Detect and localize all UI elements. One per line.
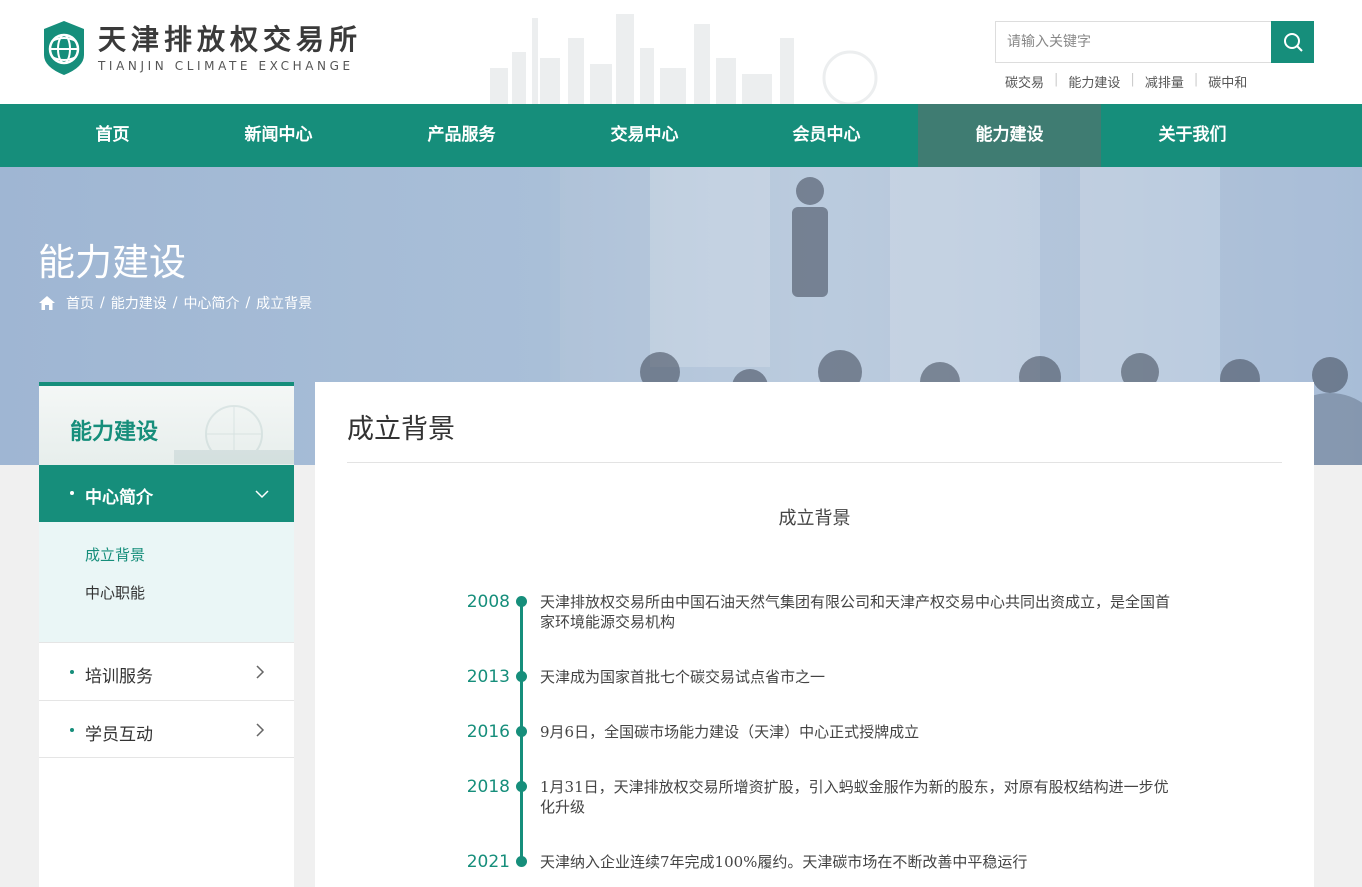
- ferris-wheel-decoration: [174, 405, 294, 464]
- quick-link-carbon-trading[interactable]: 碳交易: [1005, 72, 1044, 91]
- home-icon[interactable]: [38, 295, 56, 311]
- divider: [347, 462, 1282, 463]
- chevron-down-icon: [255, 490, 269, 499]
- timeline-text: 天津纳入企业连续7年完成100%履约。天津碳市场在不断改善中平稳运行: [540, 853, 1028, 871]
- breadcrumb: 首页 / 能力建设 / 中心简介 / 成立背景: [38, 293, 312, 313]
- search-input[interactable]: 请输入关键字: [995, 21, 1272, 63]
- timeline-text: 天津成为国家首批七个碳交易试点省市之一: [540, 668, 826, 686]
- nav-item-about[interactable]: 关于我们: [1101, 104, 1284, 167]
- quick-links: 碳交易 | 能力建设 | 减排量 | 碳中和: [1005, 72, 1247, 91]
- breadcrumb-capacity-building[interactable]: 能力建设: [111, 293, 167, 313]
- quick-link-neutrality[interactable]: 碳中和: [1208, 72, 1247, 91]
- main-content: 成立背景 成立背景 2008 天津排放权交易所由中国石油天然气集团有限公司和天津…: [315, 382, 1314, 887]
- nav-item-news[interactable]: 新闻中心: [187, 104, 370, 167]
- sidebar-header: 能力建设: [39, 386, 294, 465]
- nav-item-members[interactable]: 会员中心: [735, 104, 918, 167]
- quick-link-capacity[interactable]: 能力建设: [1068, 72, 1120, 91]
- nav-item-home[interactable]: 首页: [21, 104, 204, 167]
- timeline-text: 天津排放权交易所由中国石油天然气集团有限公司和天津产权交易中心共同出资成立，是全…: [540, 593, 1171, 631]
- page-title: 成立背景: [347, 414, 455, 445]
- nav-item-capacity-building[interactable]: 能力建设: [918, 104, 1101, 167]
- breadcrumb-separator: /: [172, 295, 178, 311]
- separator: |: [1193, 72, 1199, 87]
- timeline-year: 2013: [466, 667, 510, 687]
- bullet-icon: [70, 670, 74, 674]
- timeline-text: 9月6日，全国碳市场能力建设（天津）中心正式授牌成立: [540, 723, 920, 741]
- bullet-icon: [70, 728, 74, 732]
- city-skyline-decoration: [490, 14, 878, 104]
- breadcrumb-separator: /: [100, 295, 105, 311]
- timeline-year: 2021: [466, 852, 510, 872]
- breadcrumb-center-intro[interactable]: 中心简介: [183, 293, 239, 313]
- breadcrumb-separator: /: [245, 295, 251, 311]
- timeline-dot: [516, 726, 527, 737]
- chevron-right-icon: [256, 665, 265, 679]
- bullet-icon: [70, 491, 74, 495]
- banner-title: 能力建设: [38, 241, 186, 284]
- timeline-dot: [516, 856, 527, 867]
- logo-subtitle: TIANJIN CLIMATE EXCHANGE: [98, 59, 354, 73]
- sidebar-item-interaction[interactable]: 学员互动: [39, 700, 294, 758]
- article-title: 成立背景: [778, 508, 851, 529]
- main-nav: 首页 新闻中心 产品服务 交易中心 会员中心 能力建设 关于我们: [0, 104, 1362, 167]
- quick-link-reduction[interactable]: 减排量: [1145, 72, 1184, 91]
- timeline-text: 1月31日，天津排放权交易所增资扩股，引入蚂蚁金服作为新的股东，对原有股权结构进…: [540, 778, 1169, 816]
- sidebar-item-label: 学员互动: [85, 725, 153, 745]
- submenu-item-background[interactable]: 成立背景: [85, 544, 145, 565]
- separator: |: [1054, 72, 1059, 87]
- nav-item-trading[interactable]: 交易中心: [553, 104, 736, 167]
- sidebar-item-label: 中心简介: [85, 488, 153, 508]
- logo-title: 天津排放权交易所: [98, 23, 363, 56]
- sidebar-item-training[interactable]: 培训服务: [39, 642, 294, 700]
- search-button[interactable]: [1271, 21, 1314, 63]
- timeline-year: 2018: [466, 777, 510, 797]
- sidebar: 能力建设 中心简介 成立背景 中心职能 培训服务 学员互动: [39, 382, 294, 887]
- separator: |: [1130, 72, 1135, 87]
- breadcrumb-home[interactable]: 首页: [66, 293, 94, 313]
- site-logo[interactable]: 天津排放权交易所 TIANJIN CLIMATE EXCHANGE: [40, 18, 380, 78]
- timeline-dot: [516, 671, 527, 682]
- timeline-dot: [516, 596, 527, 607]
- timeline-dot: [516, 781, 527, 792]
- globe-logo-icon: [44, 21, 84, 75]
- nav-item-products[interactable]: 产品服务: [370, 104, 553, 167]
- timeline-year: 2016: [466, 722, 510, 742]
- sidebar-submenu: 成立背景 中心职能: [39, 522, 294, 642]
- chevron-right-icon: [256, 723, 265, 737]
- timeline-year: 2008: [466, 592, 510, 612]
- sidebar-title: 能力建设: [70, 420, 159, 445]
- search-icon: [1283, 33, 1303, 52]
- sidebar-item-center-intro[interactable]: 中心简介: [39, 465, 294, 522]
- sidebar-item-label: 培训服务: [85, 667, 153, 687]
- site-header: 天津排放权交易所 TIANJIN CLIMATE EXCHANGE 请输入关键字: [0, 0, 1362, 104]
- breadcrumb-current[interactable]: 成立背景: [256, 293, 312, 313]
- submenu-item-functions[interactable]: 中心职能: [85, 582, 145, 603]
